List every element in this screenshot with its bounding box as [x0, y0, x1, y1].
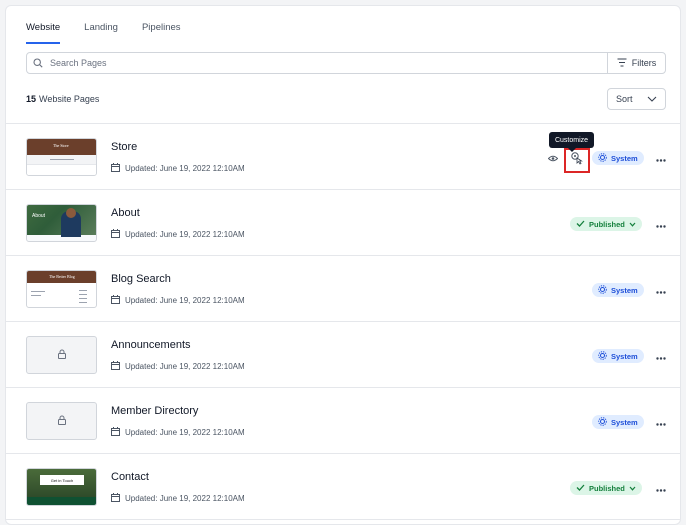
status-label: Published — [589, 219, 625, 229]
page-thumbnail — [26, 336, 97, 374]
page-thumbnail: About — [26, 204, 97, 242]
page-thumbnail: The Store — [26, 138, 97, 176]
updated-text: Updated: June 19, 2022 12:10AM — [125, 296, 245, 305]
page-updated: Updated: June 19, 2022 12:10AM — [111, 427, 245, 438]
list-item[interactable]: About About Updated: June 19, 2022 12:10… — [6, 190, 680, 256]
status-dropdown[interactable]: Published — [570, 217, 642, 231]
page-count: 15 Website Pages — [26, 94, 99, 104]
calendar-icon — [111, 493, 120, 504]
status-label: System — [611, 285, 638, 295]
page-count-number: 15 — [26, 94, 37, 104]
tab-bar: Website Landing Pipelines — [26, 16, 181, 44]
calendar-icon — [111, 163, 120, 174]
check-icon — [576, 484, 585, 493]
more-options-button[interactable] — [654, 481, 668, 495]
gear-icon — [598, 416, 607, 428]
website-pages-panel: Website Landing Pipelines Filters 15Webs… — [5, 5, 681, 525]
customize-tooltip: Customize — [549, 132, 594, 152]
page-name[interactable]: Blog Search — [111, 273, 171, 285]
page-name[interactable]: About — [111, 207, 140, 219]
search-input[interactable] — [50, 58, 570, 68]
page-name[interactable]: Announcements — [111, 339, 191, 351]
list-item[interactable]: The Better Blog Blog Search Updated: Jun… — [6, 256, 680, 322]
list-item[interactable]: Get in Touch Contact Updated: June 19, 2… — [6, 454, 680, 520]
updated-text: Updated: June 19, 2022 12:10AM — [125, 428, 245, 437]
thumbnail-title: Get in Touch — [40, 475, 84, 485]
page-updated: Updated: June 19, 2022 12:10AM — [111, 361, 245, 372]
customize-icon — [570, 151, 584, 170]
more-options-button[interactable] — [654, 415, 668, 429]
calendar-icon — [111, 427, 120, 438]
eye-icon — [547, 149, 559, 167]
more-icon — [656, 413, 666, 431]
status-label: System — [611, 153, 638, 163]
chevron-down-icon — [629, 220, 636, 229]
status-dropdown[interactable]: Published — [570, 481, 642, 495]
filters-button[interactable]: Filters — [607, 52, 666, 74]
status-badge: System — [592, 151, 644, 165]
more-options-button[interactable] — [654, 217, 668, 231]
status-label: System — [611, 351, 638, 361]
page-thumbnail: The Better Blog — [26, 270, 97, 308]
calendar-icon — [111, 361, 120, 372]
sort-dropdown[interactable]: Sort — [607, 88, 666, 110]
page-list: The Store Store Updated: June 19, 2022 1… — [6, 124, 680, 520]
lock-icon — [57, 412, 67, 430]
updated-text: Updated: June 19, 2022 12:10AM — [125, 362, 245, 371]
more-icon — [656, 149, 666, 167]
tab-website[interactable]: Website — [26, 16, 61, 44]
gear-icon — [598, 350, 607, 362]
more-options-button[interactable] — [654, 283, 668, 297]
calendar-icon — [111, 229, 120, 240]
more-icon — [656, 479, 666, 497]
page-thumbnail: Get in Touch — [26, 468, 97, 506]
lock-icon — [57, 346, 67, 364]
updated-text: Updated: June 19, 2022 12:10AM — [125, 230, 245, 239]
more-icon — [656, 215, 666, 233]
filters-label: Filters — [631, 58, 657, 68]
page-name[interactable]: Member Directory — [111, 405, 198, 417]
gear-icon — [598, 284, 607, 296]
page-name[interactable]: Store — [111, 141, 137, 153]
search-box — [26, 52, 609, 74]
search-icon — [33, 58, 44, 69]
preview-button[interactable] — [546, 151, 560, 165]
tab-landing[interactable]: Landing — [84, 16, 118, 44]
page-updated: Updated: June 19, 2022 12:10AM — [111, 163, 245, 174]
status-badge: System — [592, 349, 644, 363]
page-count-label: Website Pages — [39, 94, 100, 104]
status-label: Published — [589, 483, 625, 493]
page-updated: Updated: June 19, 2022 12:10AM — [111, 229, 245, 240]
updated-text: Updated: June 19, 2022 12:10AM — [125, 164, 245, 173]
page-updated: Updated: June 19, 2022 12:10AM — [111, 493, 245, 504]
chevron-down-icon — [629, 484, 636, 493]
status-badge: System — [592, 415, 644, 429]
thumbnail-title: The Store — [53, 143, 69, 148]
more-options-button[interactable] — [654, 349, 668, 363]
page-name[interactable]: Contact — [111, 471, 149, 483]
tab-pipelines[interactable]: Pipelines — [142, 16, 181, 44]
more-icon — [656, 281, 666, 299]
check-icon — [576, 220, 585, 229]
updated-text: Updated: June 19, 2022 12:10AM — [125, 494, 245, 503]
page-thumbnail — [26, 402, 97, 440]
list-item[interactable]: Member Directory Updated: June 19, 2022 … — [6, 388, 680, 454]
page-updated: Updated: June 19, 2022 12:10AM — [111, 295, 245, 306]
more-icon — [656, 347, 666, 365]
thumbnail-title: About — [32, 213, 46, 219]
sort-label: Sort — [616, 94, 633, 104]
status-label: System — [611, 417, 638, 427]
more-options-button[interactable] — [654, 151, 668, 165]
gear-icon — [598, 152, 607, 164]
filter-icon — [617, 58, 627, 69]
chevron-down-icon — [647, 94, 657, 104]
calendar-icon — [111, 295, 120, 306]
status-badge: System — [592, 283, 644, 297]
thumbnail-title: The Better Blog — [49, 274, 75, 279]
list-item[interactable]: Announcements Updated: June 19, 2022 12:… — [6, 322, 680, 388]
